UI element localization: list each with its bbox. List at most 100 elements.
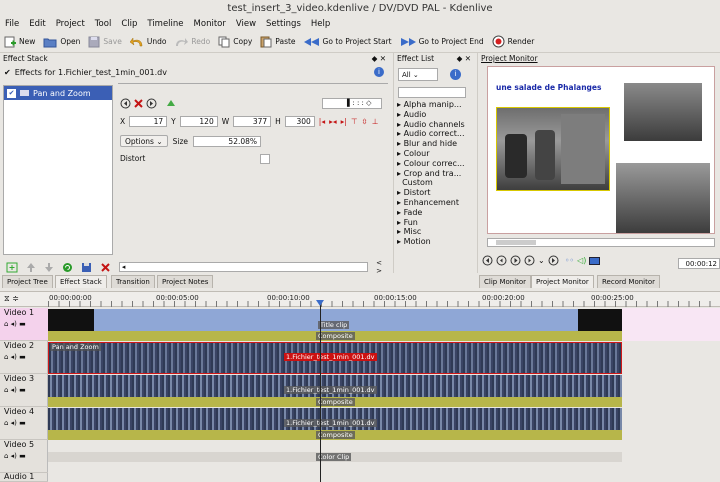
effect-category[interactable]: ▸ Colour bbox=[397, 149, 475, 159]
track-toggle-icons[interactable]: ⌂ ◂) ▬ bbox=[4, 353, 48, 361]
align-bottom-icon[interactable]: ⊥ bbox=[372, 117, 379, 126]
effect-filter-select[interactable]: All ⌄ bbox=[398, 68, 438, 81]
previous-keyframe-icon[interactable] bbox=[120, 98, 131, 109]
render-button[interactable]: Render bbox=[492, 35, 534, 48]
effect-category[interactable]: ▸ Enhancement bbox=[397, 198, 475, 208]
next-keyframe-icon[interactable] bbox=[146, 98, 157, 109]
keyframe-timecode-input[interactable]: ▌: : : ◇ bbox=[322, 98, 382, 109]
menu-view[interactable]: View bbox=[236, 17, 256, 31]
play-icon[interactable] bbox=[510, 255, 521, 266]
options-button[interactable]: Options ⌄ bbox=[120, 135, 168, 147]
redo-button[interactable]: Redo bbox=[174, 36, 210, 48]
effect-search-input[interactable] bbox=[398, 87, 466, 98]
copy-button[interactable]: Copy bbox=[218, 36, 252, 48]
add-effect-icon[interactable] bbox=[6, 262, 18, 273]
effect-category[interactable]: ▸ Audio correct... bbox=[397, 129, 475, 139]
effect-info-icon[interactable]: i bbox=[450, 69, 461, 80]
zoom-icon[interactable]: ⧖ ≑ bbox=[4, 294, 19, 304]
align-center-icon[interactable]: ▸◂ bbox=[329, 117, 337, 126]
save-effect-icon[interactable] bbox=[81, 262, 92, 273]
h-input[interactable]: 300 bbox=[284, 116, 315, 127]
align-middle-icon[interactable]: ⇳ bbox=[361, 117, 367, 126]
monitor-display-icon[interactable] bbox=[589, 256, 601, 265]
info-icon[interactable]: i bbox=[374, 67, 384, 77]
track-header-video-4[interactable]: Video 4 ⌂ ◂) ▬ bbox=[0, 407, 48, 440]
scroll-arrows-icon[interactable]: < > bbox=[376, 259, 390, 275]
panel-buttons[interactable]: ◆ ✕ bbox=[372, 53, 386, 65]
delete-effect-icon[interactable] bbox=[100, 262, 111, 273]
effect-category[interactable]: ▸ Audio channels bbox=[397, 120, 475, 130]
effect-stack-hscroll[interactable]: ◂ bbox=[118, 262, 369, 272]
fast-forward-icon[interactable] bbox=[548, 255, 559, 266]
tab-project-tree[interactable]: Project Tree bbox=[2, 275, 53, 288]
tab-clip-monitor[interactable]: Clip Monitor bbox=[479, 275, 532, 288]
size-input[interactable]: 52.08% bbox=[193, 135, 262, 147]
effect-category[interactable]: ▸ Motion bbox=[397, 237, 475, 247]
track-header-audio-1[interactable]: Audio 1 bbox=[0, 473, 48, 482]
track-header-video-5[interactable]: Video 5 ⌂ ◂) ▬ bbox=[0, 440, 48, 473]
w-input[interactable]: 377 bbox=[233, 116, 272, 127]
y-input[interactable]: 120 bbox=[179, 116, 218, 127]
move-up-icon[interactable] bbox=[26, 262, 36, 273]
effect-category[interactable]: ▸ Distort bbox=[397, 188, 475, 198]
volume-icon[interactable]: ◁) bbox=[577, 256, 586, 265]
menu-clip[interactable]: Clip bbox=[121, 17, 137, 31]
menu-help[interactable]: Help bbox=[311, 17, 330, 31]
menu-settings[interactable]: Settings bbox=[266, 17, 301, 31]
effect-category[interactable]: ▸ Colour correc... bbox=[397, 159, 475, 169]
panel-buttons[interactable]: ◆ ✕ bbox=[457, 53, 471, 65]
effects-enable-check-icon[interactable]: ✔ bbox=[4, 68, 11, 77]
effect-category[interactable]: ▸ Misc bbox=[397, 227, 475, 237]
track-toggle-icons[interactable]: ⌂ ◂) ▬ bbox=[4, 386, 48, 394]
align-top-icon[interactable]: ⊤ bbox=[351, 117, 358, 126]
save-button[interactable]: Save bbox=[88, 36, 122, 48]
x-input[interactable]: 17 bbox=[129, 116, 168, 127]
delete-keyframe-icon[interactable] bbox=[133, 98, 144, 109]
playhead[interactable] bbox=[320, 300, 321, 482]
tab-transition[interactable]: Transition bbox=[111, 275, 155, 288]
tab-effect-stack[interactable]: Effect Stack bbox=[55, 275, 107, 288]
align-left-icon[interactable]: |◂ bbox=[319, 117, 325, 126]
goto-start-button[interactable]: Go to Project Start bbox=[303, 37, 392, 47]
rewind-icon[interactable] bbox=[482, 255, 493, 266]
tab-project-notes[interactable]: Project Notes bbox=[157, 275, 214, 288]
chevron-down-icon[interactable]: ⌄ bbox=[538, 256, 545, 265]
checkbox-icon[interactable]: ✔ bbox=[7, 88, 16, 98]
effect-category[interactable]: ▸ Alpha manip... bbox=[397, 100, 475, 110]
playhead-marker-icon[interactable] bbox=[316, 300, 324, 306]
menu-edit[interactable]: Edit bbox=[29, 17, 45, 31]
effect-item-pan-zoom[interactable]: ✔ Pan and Zoom bbox=[4, 86, 112, 100]
monitor-hscroll[interactable] bbox=[487, 238, 715, 247]
new-button[interactable]: New bbox=[4, 36, 35, 48]
effect-category[interactable]: ▸ Blur and hide bbox=[397, 139, 475, 149]
track-header-video-3[interactable]: Video 3 ⌂ ◂) ▬ bbox=[0, 374, 48, 407]
menu-project[interactable]: Project bbox=[56, 17, 85, 31]
track-toggle-icons[interactable]: ⌂ ◂) ▬ bbox=[4, 419, 48, 427]
track-header-video-1[interactable]: Video 1 ⌂ ◂) ▬ bbox=[0, 308, 48, 341]
monitor-canvas[interactable]: une salade de Phalanges bbox=[487, 66, 715, 234]
paste-button[interactable]: Paste bbox=[260, 35, 296, 48]
effect-category[interactable]: ▸ Fade bbox=[397, 208, 475, 218]
track-toggle-icons[interactable]: ⌂ ◂) ▬ bbox=[4, 452, 48, 460]
tab-project-monitor[interactable]: Project Monitor bbox=[531, 275, 594, 288]
keyframe-timeline[interactable] bbox=[118, 83, 388, 91]
align-right-icon[interactable]: ▸| bbox=[341, 117, 347, 126]
forward-frame-icon[interactable] bbox=[524, 255, 535, 266]
menu-tool[interactable]: Tool bbox=[95, 17, 112, 31]
undo-button[interactable]: Undo bbox=[129, 36, 166, 48]
effect-category[interactable]: ▸ Audio bbox=[397, 110, 475, 120]
sync-keyframes-icon[interactable] bbox=[165, 98, 179, 109]
monitor-timecode[interactable]: 00:00:12 bbox=[678, 258, 720, 269]
menu-timeline[interactable]: Timeline bbox=[147, 17, 183, 31]
menu-file[interactable]: File bbox=[5, 17, 19, 31]
zone-icon[interactable]: ◦◦ bbox=[565, 256, 574, 265]
distort-checkbox[interactable] bbox=[260, 154, 270, 164]
open-button[interactable]: Open bbox=[43, 36, 80, 48]
reset-icon[interactable] bbox=[62, 262, 73, 273]
track-toggle-icons[interactable]: ⌂ ◂) ▬ bbox=[4, 320, 48, 328]
goto-end-button[interactable]: Go to Project End bbox=[400, 37, 484, 47]
menu-monitor[interactable]: Monitor bbox=[194, 17, 226, 31]
track-header-video-2[interactable]: Video 2 ⌂ ◂) ▬ bbox=[0, 341, 48, 374]
rewind-frame-icon[interactable] bbox=[496, 255, 507, 266]
effect-category[interactable]: ▸ Crop and tra... bbox=[397, 169, 475, 179]
